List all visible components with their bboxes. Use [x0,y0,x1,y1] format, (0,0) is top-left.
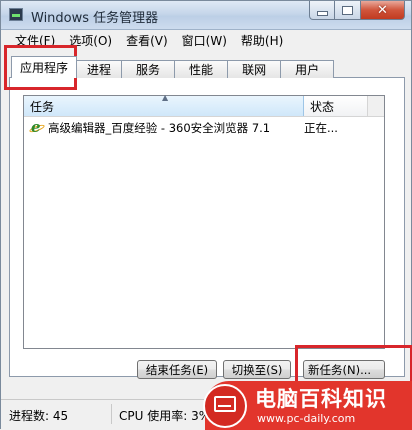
applications-list[interactable]: 任务 ▲ 状态 e 高级编辑器_百度经验 - 360安全浏览器 7.1 正在..… [23,93,385,349]
end-task-button[interactable]: 结束任务(E) [137,360,217,379]
monitor-logo-icon [203,384,247,428]
column-header-status[interactable]: 状态 [304,96,368,116]
highlight-box-new-task [295,345,412,385]
tab-services[interactable]: 服务 [121,60,176,78]
maximize-button[interactable] [335,1,361,20]
tab-processes[interactable]: 进程 [76,60,123,78]
tab-applications[interactable]: 应用程序 [11,56,78,78]
tab-users[interactable]: 用户 [280,60,335,78]
process-count: 进程数: 45 [9,409,69,423]
switch-to-button[interactable]: 切换至(S) [223,360,291,379]
minimize-button[interactable] [309,1,335,20]
close-button[interactable]: ✕ [361,1,405,20]
browser-icon: e [28,120,46,135]
window-title: Windows 任务管理器 [31,11,159,26]
window-controls: ✕ [309,1,405,21]
list-header: 任务 ▲ 状态 [24,93,384,117]
title-bar[interactable]: Windows 任务管理器 ✕ [1,1,411,30]
column-header-task[interactable]: 任务 ▲ [24,93,304,116]
menu-view[interactable]: 查看(V) [119,32,175,49]
watermark-url: www.pc-daily.com [257,412,356,425]
minimize-icon [316,10,328,16]
sort-ascending-icon: ▲ [162,93,169,102]
column-task-label: 任务 [30,99,55,114]
task-status: 正在... [304,121,338,135]
header-scroll-filler [368,96,384,116]
tab-performance[interactable]: 性能 [174,60,229,78]
status-separator [111,404,112,424]
tab-networking[interactable]: 联网 [227,60,282,78]
maximize-icon [342,5,353,15]
watermark: 电脑百科知识 www.pc-daily.com [191,381,412,430]
tab-strip: 应用程序 进程 服务 性能 联网 用户 [11,56,335,78]
task-manager-window: Windows 任务管理器 ✕ 文件(F) 选项(O) 查看(V) 窗口(W) … [0,0,412,430]
close-icon: ✕ [377,2,388,18]
menu-window[interactable]: 窗口(W) [175,32,234,49]
list-item[interactable]: e 高级编辑器_百度经验 - 360安全浏览器 7.1 正在... [26,119,382,137]
menu-help[interactable]: 帮助(H) [234,32,290,49]
column-status-label: 状态 [310,99,335,114]
watermark-title: 电脑百科知识 [255,387,387,411]
task-name: 高级编辑器_百度经验 - 360安全浏览器 7.1 [48,121,271,135]
task-manager-icon [9,8,23,21]
